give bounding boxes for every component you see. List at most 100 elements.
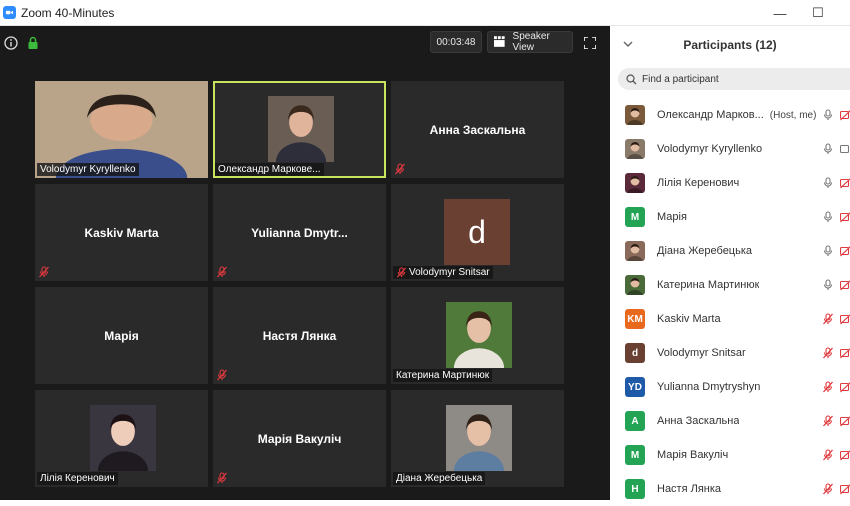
zoom-app-icon [3,6,16,19]
tile-name-label: Діана Жеребецька [393,472,485,485]
maximize-button[interactable]: ☐ [798,0,838,26]
avatar: A [625,411,645,431]
video-tile[interactable]: Марія Вакуліч [213,390,386,487]
avatar [625,275,645,295]
avatar: H [625,479,645,499]
video-tile[interactable]: d Volodymyr Snitsar [391,184,564,281]
participant-row[interactable]: Олександр Марков... (Host, me) [610,98,850,132]
participant-name: Марія [657,211,687,223]
participant-name: Марія Вакуліч [657,449,728,461]
minimize-button[interactable]: — [760,0,800,26]
mic-icon[interactable] [822,211,834,223]
video-tile[interactable]: Анна Заскальна [391,81,564,178]
video-tile[interactable]: Настя Лянка [213,287,386,384]
video-off-icon[interactable] [840,211,850,223]
participant-role: (Host, me) [770,110,817,121]
avatar: KM [625,309,645,329]
video-tile[interactable]: Лілія Керенович [35,390,208,487]
tile-name: Марія Вакуліч [213,390,386,487]
mic-icon[interactable] [822,279,834,291]
video-tile[interactable]: Олександр Маркове... [213,81,386,178]
avatar [625,173,645,193]
avatar: YD [625,377,645,397]
muted-mic-icon [396,267,407,278]
video-icon[interactable] [840,143,850,155]
video-tile[interactable]: Volodymyr Kyryllenko [35,81,208,178]
participant-name: Volodymyr Snitsar [657,347,746,359]
participant-row[interactable]: YD Yulianna Dmytryshyn [610,370,850,404]
mic-icon[interactable] [822,245,834,257]
participant-row[interactable]: M Марія [610,200,850,234]
tile-name: Yulianna Dmytr... [213,184,386,281]
video-tile[interactable]: Діана Жеребецька [391,390,564,487]
window-titlebar: Zoom 40-Minutes — ☐ [0,0,850,26]
info-icon[interactable] [4,36,18,50]
video-off-icon[interactable] [840,381,850,393]
participants-list: Олександр Марков... (Host, me) Volodymyr… [610,98,850,506]
tile-name: Kaskiv Marta [35,184,208,281]
video-off-icon[interactable] [840,109,850,121]
find-participant-input[interactable]: Find a participant [618,68,850,90]
participant-name: Kaskiv Marta [657,313,721,325]
avatar: M [625,207,645,227]
mic-icon[interactable] [822,143,834,155]
participant-row[interactable]: Лілія Керенович [610,166,850,200]
video-off-icon[interactable] [840,415,850,427]
avatar [625,105,645,125]
participant-name: Настя Лянка [657,483,721,495]
participant-row[interactable]: M Марія Вакуліч [610,438,850,472]
participant-name: Yulianna Dmytryshyn [657,381,760,393]
video-off-icon[interactable] [840,483,850,495]
window-title: Zoom 40-Minutes [21,6,114,20]
participant-name: Volodymyr Kyryllenko [657,143,762,155]
meeting-video-area: 00:03:48 Speaker View Volodymyr Kyryllen… [0,26,610,500]
video-off-icon[interactable] [840,347,850,359]
muted-mic-icon [822,381,834,393]
video-tile[interactable]: Yulianna Dmytr... [213,184,386,281]
avatar [625,139,645,159]
participant-row[interactable]: Volodymyr Kyryllenko [610,132,850,166]
participant-name: Катерина Мартинюк [657,279,759,291]
participant-photo [268,96,334,162]
avatar: d [444,199,510,265]
speaker-view-label: Speaker View [513,31,572,53]
muted-mic-icon [216,266,228,278]
mic-icon[interactable] [822,177,834,189]
participant-photo [446,405,512,471]
participant-row[interactable]: Діана Жеребецька [610,234,850,268]
muted-mic-icon [216,472,228,484]
video-off-icon[interactable] [840,279,850,291]
muted-mic-icon [822,449,834,461]
participant-row[interactable]: KM Kaskiv Marta [610,302,850,336]
muted-mic-icon [822,415,834,427]
video-off-icon[interactable] [840,449,850,461]
tile-name-label: Volodymyr Kyryllenko [37,163,139,176]
video-tile[interactable]: Катерина Мартинюк [391,287,564,384]
video-off-icon[interactable] [840,245,850,257]
participant-row[interactable]: H Настя Лянка [610,472,850,506]
fullscreen-icon[interactable] [584,37,596,49]
participant-photo [90,405,156,471]
video-off-icon[interactable] [840,177,850,189]
video-tile[interactable]: Kaskiv Marta [35,184,208,281]
tile-name-label: Олександр Маркове... [215,163,324,176]
speaker-view-button[interactable]: Speaker View [487,31,573,53]
muted-mic-icon [394,163,406,175]
participants-title: Participants (12) [610,26,850,64]
video-tile[interactable]: Марія [35,287,208,384]
search-icon [626,74,637,85]
video-off-icon[interactable] [840,313,850,325]
mic-icon[interactable] [822,109,834,121]
tile-name-label: Volodymyr Snitsar [393,266,493,279]
tile-name-label: Катерина Мартинюк [393,369,492,382]
participant-row[interactable]: d Volodymyr Snitsar [610,336,850,370]
video-grid: Volodymyr Kyryllenko Олександр Маркове..… [35,81,566,485]
avatar [625,241,645,261]
tile-name: Марія [35,287,208,384]
lock-icon[interactable] [26,36,40,50]
participant-row[interactable]: Катерина Мартинюк [610,268,850,302]
tile-name-label: Лілія Керенович [37,472,118,485]
tile-name: Настя Лянка [213,287,386,384]
participant-row[interactable]: A Анна Заскальна [610,404,850,438]
avatar: d [625,343,645,363]
